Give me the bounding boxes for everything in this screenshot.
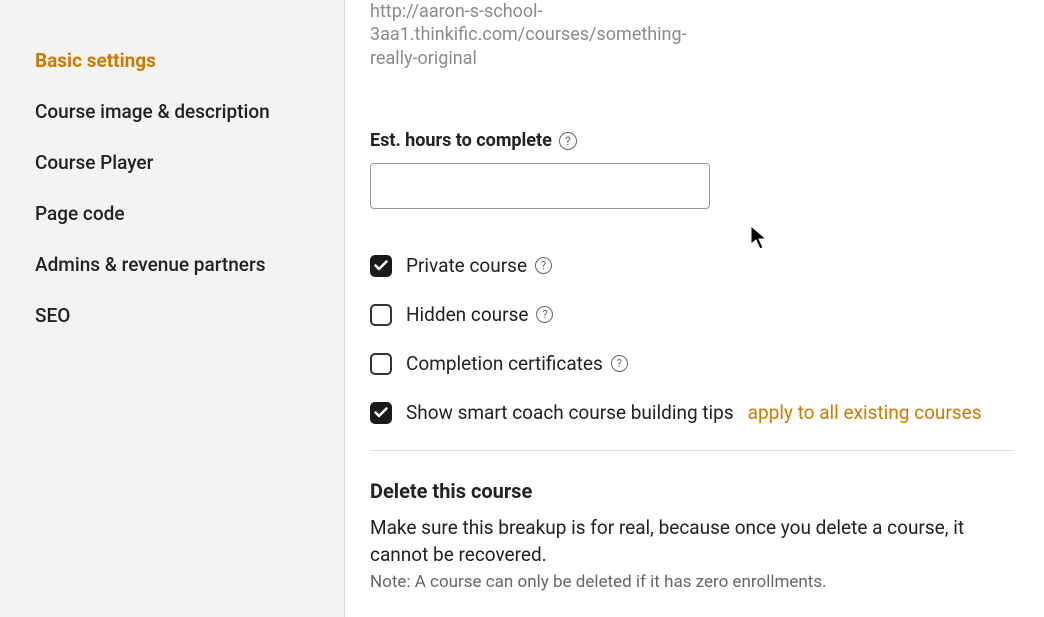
hidden-course-row: Hidden course ? — [370, 303, 1014, 326]
delete-section: Delete this course Make sure this breaku… — [370, 479, 1014, 617]
sidebar-item-course-image-description[interactable]: Course image & description — [35, 86, 319, 137]
help-icon[interactable]: ? — [535, 257, 552, 274]
delete-title: Delete this course — [370, 479, 1014, 503]
help-icon[interactable]: ? — [611, 355, 628, 372]
est-hours-field: Est. hours to complete ? — [370, 130, 1014, 209]
main-panel: http://aaron-s-school-3aa1.thinkific.com… — [345, 0, 1044, 617]
smart-coach-label: Show smart coach course building tips — [406, 401, 734, 424]
completion-certificates-row: Completion certificates ? — [370, 352, 1014, 375]
delete-description: Make sure this breakup is for real, beca… — [370, 515, 1010, 568]
settings-sidebar: Basic settings Course image & descriptio… — [0, 0, 345, 617]
hidden-course-label: Hidden course ? — [406, 303, 553, 326]
private-course-text: Private course — [406, 254, 527, 277]
private-course-label: Private course ? — [406, 254, 552, 277]
completion-certificates-checkbox[interactable] — [370, 353, 392, 375]
help-icon[interactable]: ? — [536, 306, 553, 323]
sidebar-item-page-code[interactable]: Page code — [35, 188, 319, 239]
hidden-course-text: Hidden course — [406, 303, 528, 326]
smart-coach-checkbox[interactable] — [370, 402, 392, 424]
check-icon — [374, 407, 388, 418]
smart-coach-text: Show smart coach course building tips — [406, 401, 734, 424]
mouse-cursor — [750, 225, 768, 251]
est-hours-label-row: Est. hours to complete ? — [370, 130, 1014, 151]
sidebar-item-seo[interactable]: SEO — [35, 290, 319, 341]
course-options: Private course ? Hidden course ? Complet… — [370, 254, 1014, 424]
smart-coach-row: Show smart coach course building tips ap… — [370, 401, 1014, 424]
hidden-course-checkbox[interactable] — [370, 304, 392, 326]
course-url: http://aaron-s-school-3aa1.thinkific.com… — [370, 0, 700, 70]
help-icon[interactable]: ? — [559, 132, 577, 150]
sidebar-item-course-player[interactable]: Course Player — [35, 137, 319, 188]
sidebar-item-admins-revenue-partners[interactable]: Admins & revenue partners — [35, 239, 319, 290]
check-icon — [374, 260, 388, 271]
est-hours-label: Est. hours to complete — [370, 130, 552, 151]
delete-note: Note: A course can only be deleted if it… — [370, 572, 1014, 592]
completion-certificates-text: Completion certificates — [406, 352, 603, 375]
apply-all-link[interactable]: apply to all existing courses — [748, 401, 982, 424]
section-divider — [370, 450, 1014, 451]
sidebar-item-basic-settings[interactable]: Basic settings — [35, 35, 319, 86]
est-hours-input[interactable] — [370, 163, 710, 209]
completion-certificates-label: Completion certificates ? — [406, 352, 628, 375]
private-course-checkbox[interactable] — [370, 255, 392, 277]
private-course-row: Private course ? — [370, 254, 1014, 277]
